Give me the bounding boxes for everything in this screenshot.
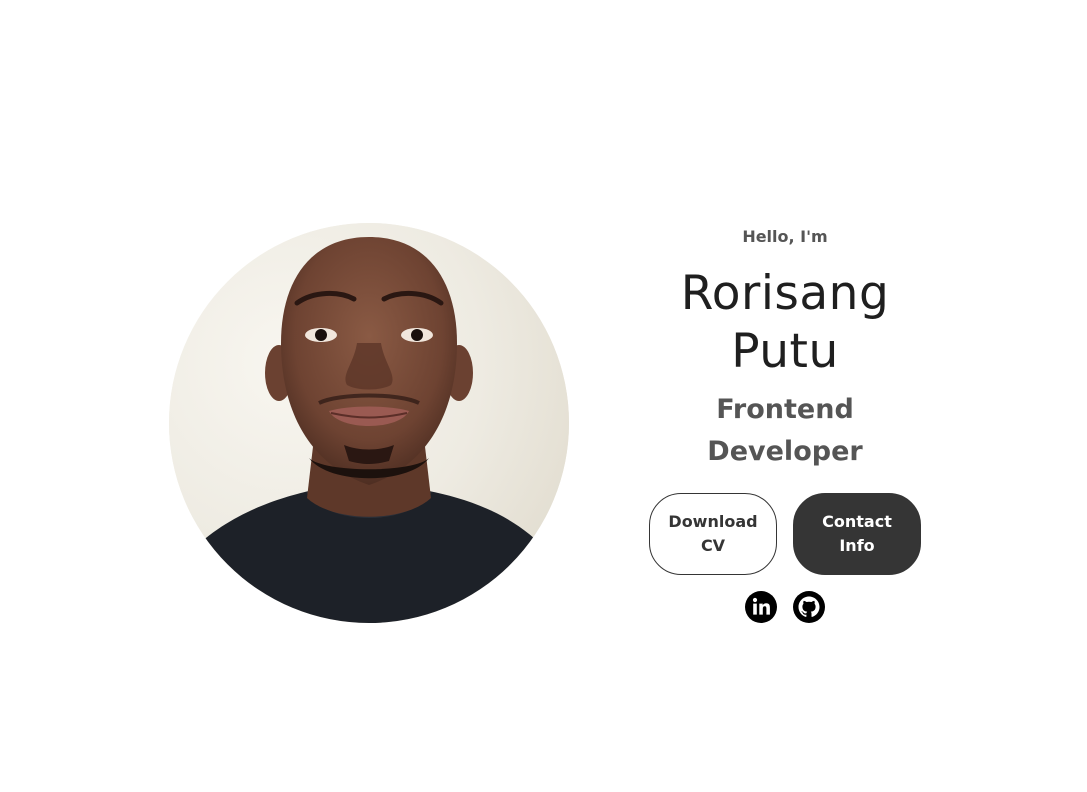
- contact-info-label-line1: Contact: [822, 512, 892, 531]
- download-cv-label-line2: CV: [700, 536, 726, 555]
- download-cv-label-line1: Download: [668, 512, 758, 531]
- action-buttons: Download CV Contact Info: [625, 493, 945, 575]
- job-title-line2: Developer: [707, 436, 863, 467]
- job-title-line1: Frontend: [716, 394, 854, 425]
- profile-section: Hello, I'm Rorisang Putu Frontend Develo…: [0, 0, 1087, 792]
- job-title: Frontend Developer: [625, 389, 945, 473]
- contact-info-label-line2: Info: [839, 536, 875, 555]
- github-icon[interactable]: [793, 591, 825, 623]
- person-name-last: Putu: [731, 324, 839, 379]
- profile-photo-illustration: [169, 223, 569, 623]
- person-name-first: Rorisang: [680, 266, 890, 321]
- greeting-text: Hello, I'm: [742, 227, 828, 246]
- linkedin-icon[interactable]: [745, 591, 777, 623]
- contact-info-button[interactable]: Contact Info: [793, 493, 921, 575]
- hero-text-section: Hello, I'm Rorisang Putu Frontend Develo…: [625, 225, 945, 623]
- download-cv-button[interactable]: Download CV: [649, 493, 777, 575]
- profile-picture: [169, 223, 569, 623]
- person-name: Rorisang Putu: [625, 265, 945, 381]
- social-links: [625, 591, 945, 623]
